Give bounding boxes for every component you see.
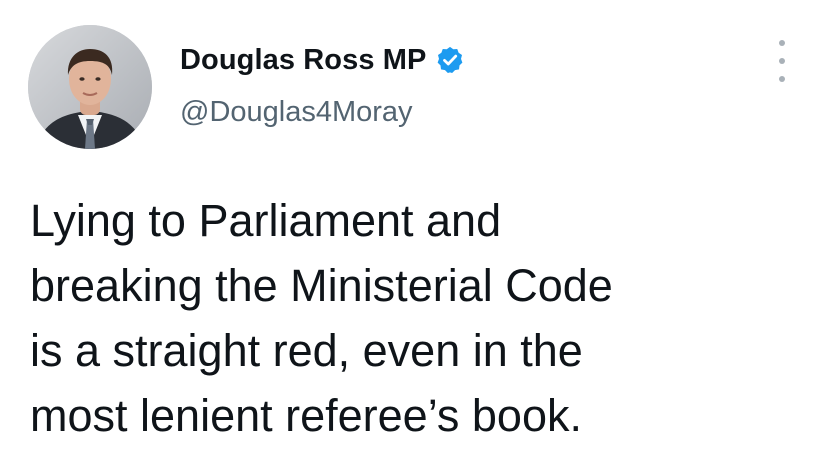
more-dot [779, 40, 785, 46]
tweet-text-line: is a straight red, even in the [30, 325, 583, 376]
tweet-text-line: most lenient referee’s book. [30, 390, 582, 441]
tweet-card: Douglas Ross MP @Douglas4Moray Lying to … [0, 0, 828, 467]
tweet-text-line: Lying to Parliament and [30, 195, 502, 246]
author-name-row: Douglas Ross MP [180, 40, 465, 80]
avatar[interactable] [28, 25, 152, 149]
verified-badge-icon [435, 45, 465, 75]
more-dot [779, 76, 785, 82]
author-display-name[interactable]: Douglas Ross MP [180, 44, 426, 77]
profile-photo-icon [28, 25, 152, 149]
tweet-text-line: breaking the Ministerial Code [30, 260, 613, 311]
more-options-icon[interactable] [770, 40, 794, 82]
more-dot [779, 58, 785, 64]
tweet-text: Lying to Parliament and breaking the Min… [30, 188, 810, 448]
author-handle[interactable]: @Douglas4Moray [180, 96, 413, 129]
